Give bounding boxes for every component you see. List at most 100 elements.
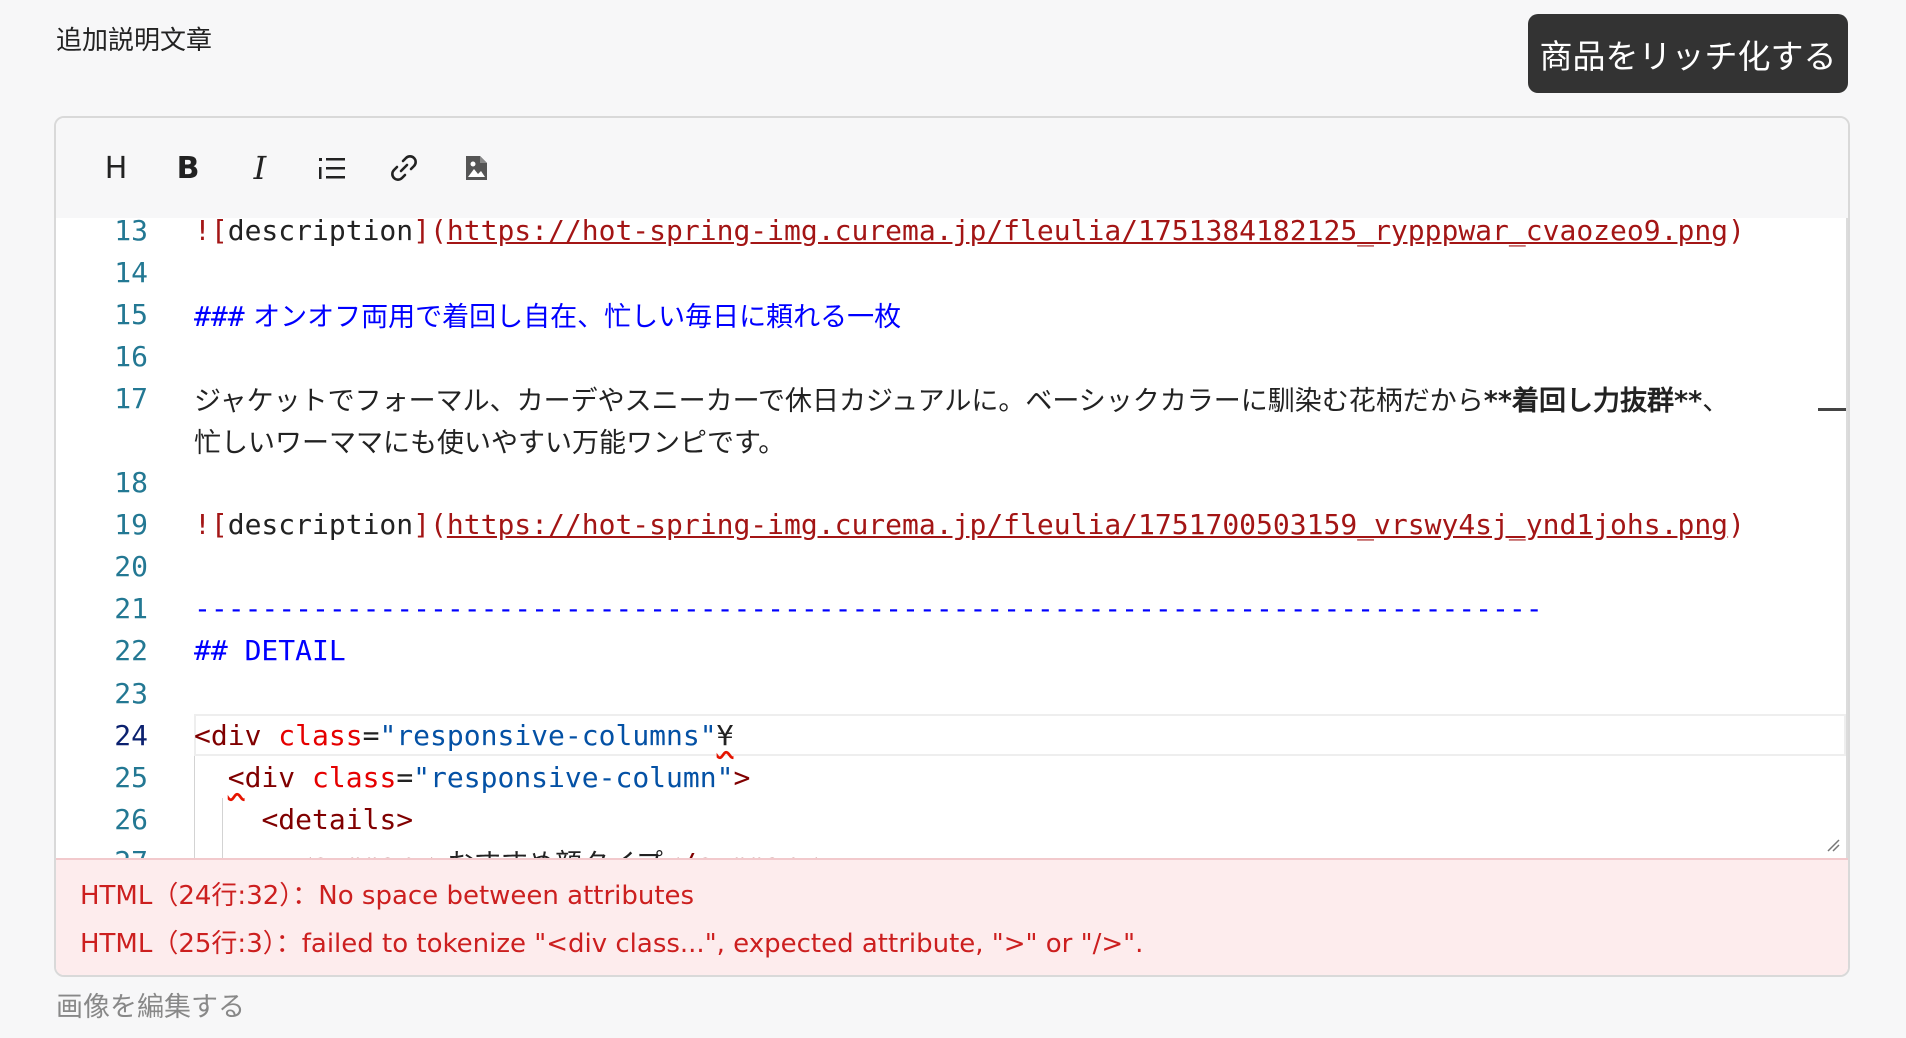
code-text: ![description](https://hot-spring-img.cu… [194, 508, 1745, 541]
code-line: 15 ### オンオフ両用で着回し自在、忙しい毎日に頼れる一枚 [56, 293, 1846, 335]
code-line: 14 [56, 251, 1846, 293]
code-line: 17 ジャケットでフォーマル、カーデやスニーカーで休日カジュアルに。ベーシックカラ… [56, 377, 1846, 419]
code-text: ----------------------------------------… [194, 592, 1543, 625]
line-number: 26 [114, 802, 148, 836]
code-token: > [733, 760, 751, 794]
link-button[interactable] [384, 148, 424, 188]
image-button[interactable] [456, 148, 496, 188]
code-editor[interactable]: 13 ![description](https://hot-spring-img.… [56, 218, 1848, 858]
code-token: ¥ [716, 718, 734, 752]
code-text: ### オンオフ両用で着回し自在、忙しい毎日に頼れる一枚 [194, 295, 901, 334]
line-number: 25 [114, 760, 148, 794]
code-token: ]( [413, 218, 447, 247]
code-line: 26 <details> [56, 798, 1846, 840]
code-token: description [227, 218, 414, 247]
line-number: 15 [114, 297, 148, 331]
code-text: ![description](https://hot-spring-img.cu… [194, 218, 1745, 247]
code-token: https://hot-spring-img.curema.jp/fleulia… [446, 508, 1729, 542]
markdown-editor: H B I 13 ![description](https://hot-spri… [54, 116, 1850, 977]
list-button[interactable] [312, 148, 352, 188]
code-token: = [396, 760, 414, 794]
line-number: 13 [114, 218, 148, 247]
indent-guide [194, 756, 195, 858]
image-icon [466, 156, 487, 180]
line-number: 27 [96, 845, 148, 858]
code-line: 24 <div class="responsive-columns"¥ [56, 714, 1846, 757]
code-line: 22 ## DETAIL [56, 630, 1846, 672]
line-number: 20 [114, 550, 148, 584]
line-number: 16 [114, 339, 148, 373]
code-token: "responsive-column" [413, 760, 734, 794]
code-token: https://hot-spring-img.curema.jp/fleulia… [446, 218, 1729, 247]
list-icon [319, 158, 345, 179]
code-token: class [312, 760, 397, 794]
code-token: ) [1728, 508, 1745, 542]
indent-guide [222, 798, 223, 858]
code-line: 18 [56, 462, 1846, 504]
code-line: 19 ![description](https://hot-spring-img.… [56, 504, 1846, 546]
code-line: 20 [56, 546, 1846, 588]
code-token: ----------------------------------------… [194, 592, 1543, 626]
code-token: <summary> [295, 847, 447, 858]
code-token: ## DETAIL [194, 634, 346, 668]
code-token: div [244, 760, 296, 794]
code-text: <div class="responsive-column"> [194, 760, 751, 794]
code-token: ### [194, 299, 245, 333]
line-number: 24 [114, 718, 148, 752]
code-token: <div [194, 718, 262, 752]
code-token: **着回し力抜群** [1483, 385, 1703, 417]
code-text: <div class="responsive-columns"¥ [194, 719, 733, 752]
code-token: オンオフ両用で着回し自在、忙しい毎日に頼れる一枚 [244, 301, 902, 333]
line-number: 19 [114, 508, 148, 542]
bold-button[interactable]: B [168, 148, 208, 188]
code-line: 16 [56, 335, 1846, 377]
code-token: 、 [1702, 385, 1730, 417]
line-number: 14 [114, 255, 148, 289]
code-token: 忙しいワーママにも使いやすい万能ワンピです。 [194, 427, 786, 459]
code-line: 13 ![description](https://hot-spring-img.… [56, 218, 1846, 251]
code-token: ]( [413, 508, 447, 542]
line-number: 22 [114, 634, 148, 668]
code-token: class [278, 718, 363, 752]
error-message: HTML（24行:32）：No space between attributes [80, 881, 695, 911]
heading-button[interactable]: H [96, 148, 136, 188]
code-token: おすすめ顔タイプ [447, 849, 663, 858]
code-token: ![ [194, 508, 228, 542]
section-label: 追加説明文章 [56, 26, 213, 56]
code-text: <details> [194, 803, 413, 836]
code-line: 21 --------------------------------------… [56, 588, 1846, 630]
error-panel: HTML（24行:32）：No space between attributes… [56, 858, 1848, 975]
code-text: <summary>おすすめ顔タイプ</summary> [194, 842, 831, 858]
code-text: 忙しいワーママにも使いやすい万能ワンピです。 [194, 421, 785, 460]
code-token: description [227, 508, 414, 542]
edit-image-link[interactable]: 画像を編集する [56, 985, 245, 1024]
editor-toolbar: H B I [56, 118, 1848, 220]
code-text: ## DETAIL [194, 634, 346, 667]
code-token: = [362, 718, 380, 752]
line-number: 18 [114, 466, 148, 500]
italic-button[interactable]: I [240, 148, 280, 188]
code-line: 27 <summary>おすすめ顔タイプ</summary> [56, 840, 1846, 858]
code-line: 23 [56, 672, 1846, 714]
line-number: 21 [114, 592, 148, 626]
code-token: "responsive-columns" [379, 718, 717, 752]
line-number: 23 [114, 676, 148, 710]
code-token: </summary> [663, 847, 832, 858]
code-token: ジャケットでフォーマル、カーデやスニーカーで休日カジュアルに。ベーシックカラーに… [194, 385, 1484, 417]
code-line: 25 <div class="responsive-column"> [56, 756, 1846, 798]
line-number: 17 [114, 381, 148, 415]
enrich-product-button[interactable]: 商品をリッチ化する [1528, 14, 1848, 93]
error-message: HTML（25行:3）：failed to tokenize "<div cla… [80, 929, 1144, 959]
code-token: < [227, 760, 245, 794]
code-line: 忙しいワーママにも使いやすい万能ワンピです。 [56, 419, 1846, 461]
code-token: ) [1728, 218, 1745, 247]
code-token: ![ [194, 218, 228, 247]
code-text: ジャケットでフォーマル、カーデやスニーカーで休日カジュアルに。ベーシックカラーに… [194, 379, 1729, 418]
code-token: <details> [261, 802, 414, 836]
link-icon [391, 155, 417, 181]
